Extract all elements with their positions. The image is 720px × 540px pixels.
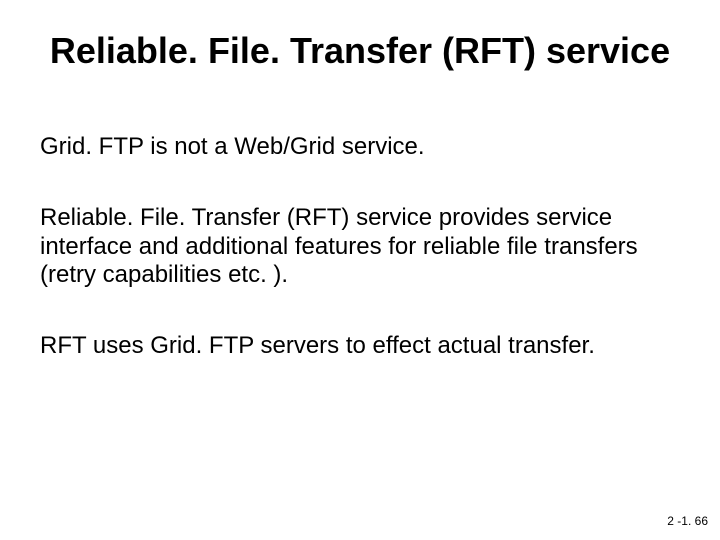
paragraph-2: Reliable. File. Transfer (RFT) service p…	[40, 204, 680, 290]
slide-title: Reliable. File. Transfer (RFT) service	[40, 28, 680, 73]
slide: Reliable. File. Transfer (RFT) service G…	[0, 0, 720, 540]
paragraph-1: Grid. FTP is not a Web/Grid service.	[40, 133, 680, 162]
slide-number: 2 -1. 66	[667, 514, 708, 528]
paragraph-3: RFT uses Grid. FTP servers to effect act…	[40, 332, 680, 361]
